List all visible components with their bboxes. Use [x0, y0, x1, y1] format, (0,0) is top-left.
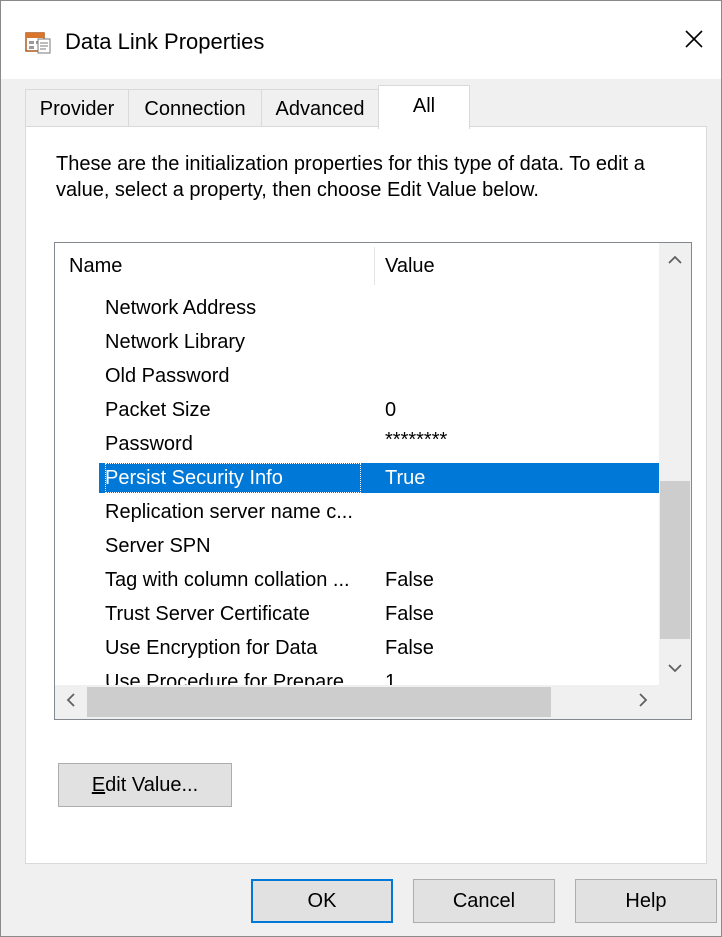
chevron-right-icon [638, 692, 648, 712]
dialog-window: Data Link Properties Provider Connection… [0, 0, 722, 937]
property-name: Old Password [105, 365, 230, 387]
edit-value-mnemonic: E [91, 774, 106, 796]
property-name: Tag with column collation ... [105, 569, 350, 591]
scroll-right-button[interactable] [627, 686, 659, 718]
property-value: ******** [385, 429, 448, 451]
property-name: Persist Security Info [105, 463, 361, 493]
scroll-left-button[interactable] [55, 686, 87, 718]
property-value: False [385, 603, 434, 625]
help-button[interactable]: Help [575, 879, 717, 923]
list-item[interactable]: Trust Server Certificate False [99, 599, 659, 629]
list-item[interactable]: Replication server name c... [99, 497, 659, 527]
tab-advanced[interactable]: Advanced [261, 89, 379, 127]
list-item[interactable]: Old Password [99, 361, 659, 391]
list-item[interactable]: Packet Size 0 [99, 395, 659, 425]
scrollbar-corner [659, 685, 691, 719]
column-header-name[interactable]: Name [55, 243, 374, 289]
tab-label: All [412, 95, 436, 117]
tab-panel-all: These are the initialization properties … [25, 126, 707, 864]
property-value: 0 [385, 399, 397, 421]
property-value: False [385, 637, 434, 659]
tab-connection[interactable]: Connection [128, 89, 262, 127]
column-header-name-label: Name [69, 255, 123, 277]
list-item[interactable]: Server SPN [99, 531, 659, 561]
ok-button[interactable]: OK [251, 879, 393, 923]
close-icon [684, 29, 704, 54]
column-header-value[interactable]: Value [375, 243, 659, 289]
help-label: Help [625, 890, 667, 912]
close-button[interactable] [667, 13, 721, 69]
tab-all[interactable]: All [378, 85, 470, 129]
property-name: Password [105, 433, 193, 455]
vertical-scrollbar[interactable] [659, 243, 691, 685]
property-name: Packet Size [105, 399, 211, 421]
instructions-text: These are the initialization properties … [56, 153, 645, 201]
list-item[interactable]: Network Library [99, 327, 659, 357]
edit-value-button[interactable]: Edit Value... [58, 763, 232, 807]
property-name: Network Library [105, 331, 246, 353]
properties-list[interactable]: Name Value Network Address Network Libra… [54, 242, 692, 720]
list-item[interactable]: Network Address [99, 293, 659, 323]
data-link-icon [25, 30, 51, 54]
tab-provider[interactable]: Provider [25, 89, 129, 127]
property-name: Use Encryption for Data [105, 637, 318, 659]
property-value: True [385, 467, 426, 489]
tab-label: Advanced [275, 98, 365, 120]
tab-label: Provider [39, 98, 115, 120]
property-name: Server SPN [105, 535, 211, 557]
list-item[interactable]: Password ******** [99, 429, 659, 459]
list-item-selected[interactable]: Persist Security Info True [99, 463, 659, 493]
ok-label: OK [307, 890, 337, 912]
list-item[interactable]: Tag with column collation ... False [99, 565, 659, 595]
chevron-up-icon [668, 252, 682, 270]
window-title: Data Link Properties [65, 29, 265, 54]
horizontal-scroll-thumb[interactable] [87, 687, 551, 717]
scroll-up-button[interactable] [659, 245, 691, 277]
property-name: Network Address [105, 297, 257, 319]
cancel-label: Cancel [452, 890, 516, 912]
column-header-value-label: Value [385, 255, 435, 277]
cancel-button[interactable]: Cancel [413, 879, 555, 923]
chevron-left-icon [66, 692, 76, 712]
title-bar: Data Link Properties [1, 1, 721, 79]
property-name: Trust Server Certificate [105, 603, 310, 625]
list-item[interactable]: Use Encryption for Data False [99, 633, 659, 663]
tab-label: Connection [144, 98, 246, 120]
edit-value-label: dit Value... [105, 774, 199, 796]
chevron-down-icon [668, 660, 682, 678]
property-name: Replication server name c... [105, 501, 353, 523]
property-value: False [385, 569, 434, 591]
horizontal-scrollbar[interactable] [55, 685, 659, 719]
scroll-down-button[interactable] [659, 653, 691, 685]
vertical-scroll-thumb[interactable] [660, 481, 690, 639]
